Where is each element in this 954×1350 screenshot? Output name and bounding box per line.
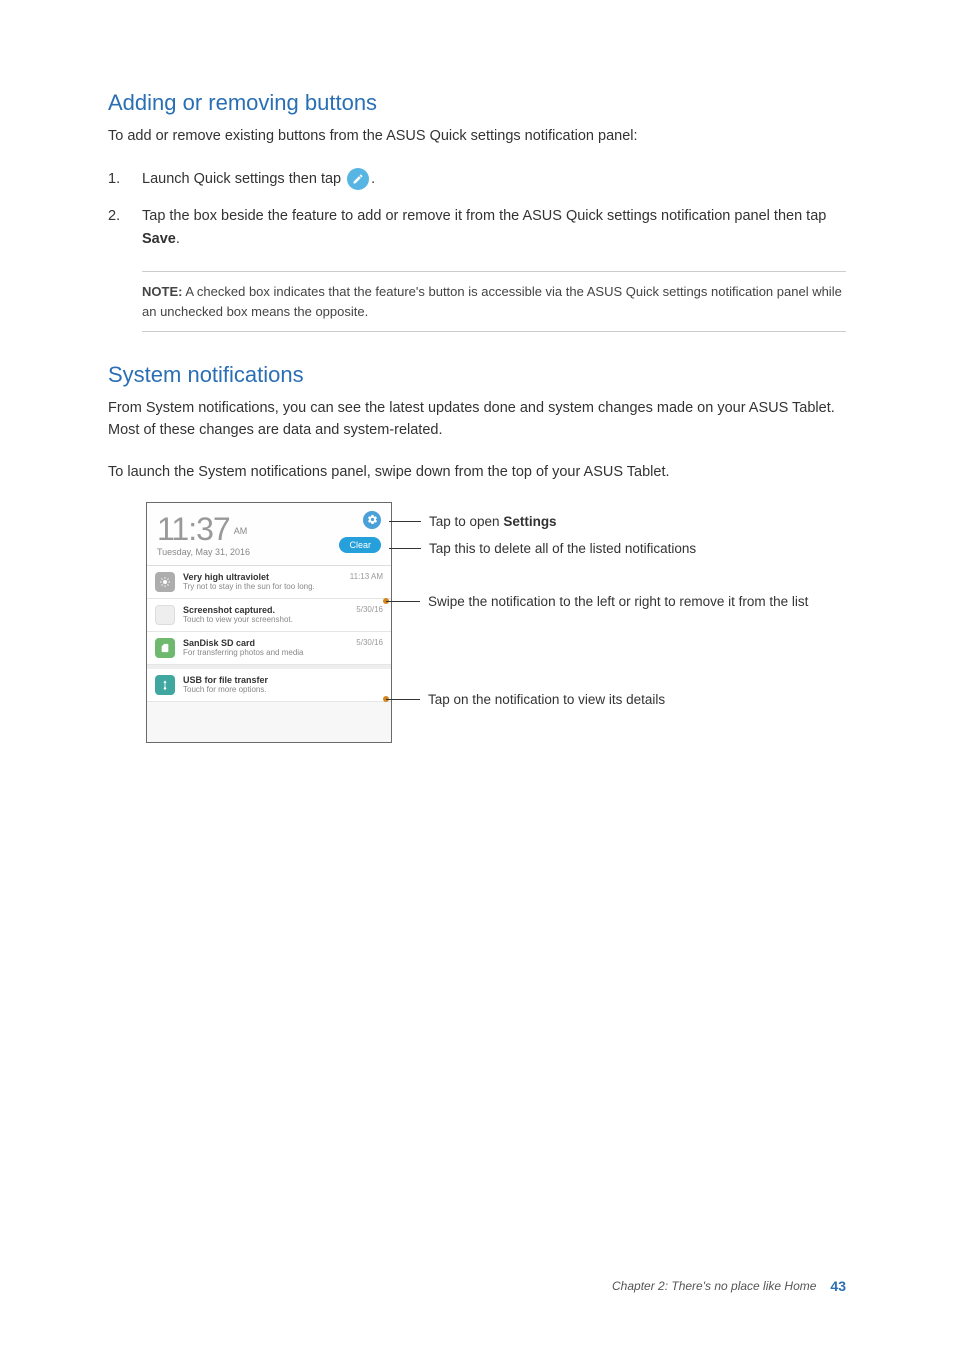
notif-sub: Try not to stay in the sun for too long. <box>183 582 383 591</box>
heading-adding-removing: Adding or removing buttons <box>108 90 846 116</box>
gear-icon <box>367 514 378 525</box>
step-1-text: Launch Quick settings then tap . <box>142 168 846 191</box>
screenshot-thumb-icon <box>155 605 175 625</box>
notif-title: Screenshot captured. <box>183 605 383 615</box>
notification-screenshot[interactable]: Screenshot captured. Touch to view your … <box>147 599 391 632</box>
step-2-text: Tap the box beside the feature to add or… <box>142 205 846 251</box>
panel-ampm: AM <box>234 526 248 536</box>
step-2-number: 2. <box>108 205 142 228</box>
edit-quick-settings-icon <box>347 168 369 190</box>
step-1-number: 1. <box>108 168 142 191</box>
settings-button[interactable] <box>363 511 381 529</box>
notif-time: 5/30/16 <box>356 638 383 647</box>
page-number: 43 <box>830 1278 846 1294</box>
notif-time: 11:13 AM <box>350 572 383 581</box>
panel-time: 11:37 <box>157 513 230 545</box>
step-2: 2. Tap the box beside the feature to add… <box>108 205 846 251</box>
note-box: NOTE: A checked box indicates that the f… <box>142 271 846 332</box>
step-1: 1. Launch Quick settings then tap . <box>108 168 846 191</box>
notif-sub: Touch to view your screenshot. <box>183 615 383 624</box>
panel-footer <box>147 702 391 742</box>
chapter-label: Chapter 2: There's no place like Home <box>612 1279 816 1293</box>
notification-usb[interactable]: USB for file transfer Touch for more opt… <box>147 665 391 702</box>
note-label: NOTE: <box>142 284 182 299</box>
notif-time: 5/30/16 <box>356 605 383 614</box>
panel-header: 11:37AM Tuesday, May 31, 2016 Clear <box>147 503 391 566</box>
notif-sub: Touch for more options. <box>183 685 383 694</box>
callout-detail: Tap on the notification to view its deta… <box>383 692 665 707</box>
notification-sdcard[interactable]: SanDisk SD card For transferring photos … <box>147 632 391 665</box>
notif-title: SanDisk SD card <box>183 638 383 648</box>
sun-icon <box>155 572 175 592</box>
notif-title: USB for file transfer <box>183 675 383 685</box>
clear-button[interactable]: Clear <box>339 537 381 553</box>
sysnotif-p1: From System notifications, you can see t… <box>108 398 846 442</box>
notification-uv[interactable]: Very high ultraviolet Try not to stay in… <box>147 566 391 599</box>
page-footer: Chapter 2: There's no place like Home 43 <box>612 1278 846 1294</box>
notif-sub: For transferring photos and media <box>183 648 383 657</box>
callout-settings: Tap to open Settings <box>389 514 557 529</box>
usb-icon <box>155 675 175 695</box>
callout-swipe: Swipe the notification to the left or ri… <box>383 594 808 609</box>
notification-panel: 11:37AM Tuesday, May 31, 2016 Clear Very… <box>146 502 392 743</box>
callout-clear: Tap this to delete all of the listed not… <box>389 541 696 556</box>
intro-text: To add or remove existing buttons from t… <box>108 126 846 148</box>
sysnotif-p2: To launch the System notifications panel… <box>108 462 846 484</box>
note-text: A checked box indicates that the feature… <box>142 284 842 319</box>
heading-system-notifications: System notifications <box>108 362 846 388</box>
sdcard-icon <box>155 638 175 658</box>
